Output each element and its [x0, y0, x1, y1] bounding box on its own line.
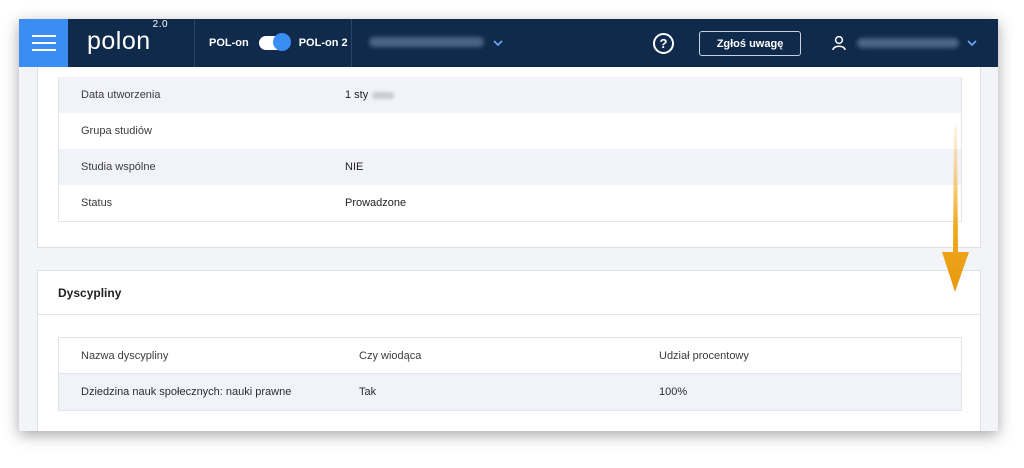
- discipline-share: 100%: [659, 386, 688, 398]
- user-icon[interactable]: [832, 35, 846, 51]
- table-row: Grupa studiów: [59, 113, 961, 149]
- divider: [351, 19, 352, 67]
- detail-value: NIE: [345, 161, 364, 173]
- report-issue-button[interactable]: Zgłoś uwagę: [699, 31, 801, 56]
- detail-label: Studia wspólne: [81, 161, 156, 173]
- study-details-card: Data utworzenia 1 sty Grupa studiów Stud…: [37, 67, 981, 248]
- table-row: Studia wspólne NIE: [59, 149, 961, 185]
- arrow-down-icon: [942, 127, 969, 292]
- app-window: polon2.0 POL-on POL-on 2 ? Zgłoś uwagę D…: [19, 19, 998, 431]
- menu-icon[interactable]: [19, 19, 68, 67]
- logo[interactable]: polon2.0: [87, 19, 168, 56]
- chevron-down-icon[interactable]: [491, 36, 505, 50]
- help-icon[interactable]: ?: [653, 33, 674, 54]
- detail-value: Prowadzone: [345, 197, 407, 209]
- disciplines-title: Dyscypliny: [38, 271, 980, 315]
- top-navigation-bar: polon2.0 POL-on POL-on 2 ? Zgłoś uwagę: [19, 19, 998, 67]
- disciplines-table: Nazwa dyscypliny Czy wiodąca Udział proc…: [58, 337, 962, 411]
- details-table: Data utworzenia 1 sty Grupa studiów Stud…: [58, 77, 962, 222]
- detail-label: Data utworzenia: [81, 89, 161, 101]
- divider: [194, 19, 195, 67]
- table-row: Status Prowadzone: [59, 185, 961, 221]
- column-header: Nazwa dyscypliny: [81, 349, 169, 362]
- table-header: Nazwa dyscypliny Czy wiodąca Udział proc…: [59, 338, 961, 374]
- column-header: Udział procentowy: [659, 349, 749, 362]
- column-header: Czy wiodąca: [359, 349, 422, 362]
- detail-value: 1 sty: [345, 89, 395, 101]
- toggle-right-label: POL-on 2: [298, 37, 348, 49]
- detail-label: Grupa studiów: [81, 125, 152, 137]
- disciplines-card: Dyscypliny Nazwa dyscypliny Czy wiodąca …: [37, 270, 981, 431]
- discipline-leading: Tak: [359, 386, 377, 398]
- detail-label: Status: [81, 197, 113, 209]
- table-row: Data utworzenia 1 sty: [59, 77, 961, 113]
- version-toggle: POL-on POL-on 2: [209, 19, 348, 67]
- version-switch[interactable]: [258, 33, 291, 51]
- chevron-down-icon[interactable]: [965, 36, 979, 50]
- discipline-name: Dziedzina nauk społecznych: nauki prawne: [81, 386, 292, 398]
- toggle-left-label: POL-on: [209, 37, 249, 49]
- user-name-redacted[interactable]: [857, 38, 959, 48]
- table-row: Dziedzina nauk społecznych: nauki prawne…: [59, 374, 961, 410]
- redacted-year: [372, 91, 395, 99]
- institution-select-redacted[interactable]: [369, 37, 484, 47]
